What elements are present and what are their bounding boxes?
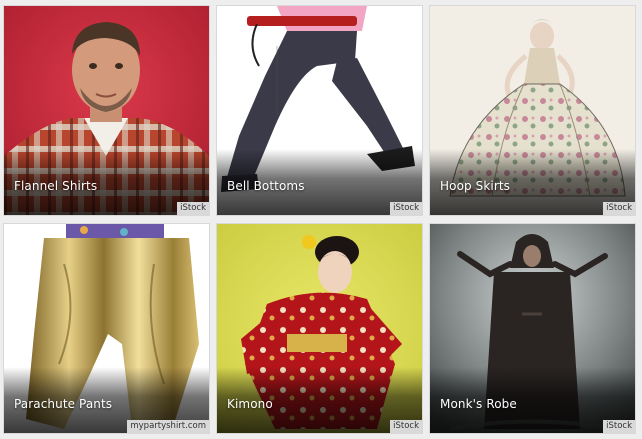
tile-label: Bell Bottoms xyxy=(227,179,305,193)
photo-credit: iStock xyxy=(603,420,635,433)
tile-label: Parachute Pants xyxy=(14,397,113,411)
tile-flannel-shirts[interactable]: Flannel Shirts iStock xyxy=(4,6,209,215)
photo-credit: iStock xyxy=(390,420,422,433)
tile-kimono[interactable]: Kimono iStock xyxy=(217,224,422,433)
tile-label: Flannel Shirts xyxy=(14,179,98,193)
tile-parachute-pants[interactable]: Parachute Pants mypartyshirt.com xyxy=(4,224,209,433)
tile-label: Hoop Skirts xyxy=(440,179,511,193)
tile-label: Kimono xyxy=(227,397,273,411)
photo-credit: iStock xyxy=(177,202,209,215)
tile-label: Monk's Robe xyxy=(440,397,517,411)
photo-credit: iStock xyxy=(390,202,422,215)
gallery-grid: Flannel Shirts iStock Bell Bottoms iStoc… xyxy=(0,0,642,439)
photo-credit: iStock xyxy=(603,202,635,215)
tile-hoop-skirts[interactable]: Hoop Skirts iStock xyxy=(430,6,635,215)
tile-monks-robe[interactable]: Monk's Robe iStock xyxy=(430,224,635,433)
tile-bell-bottoms[interactable]: Bell Bottoms iStock xyxy=(217,6,422,215)
photo-credit: mypartyshirt.com xyxy=(127,420,209,433)
